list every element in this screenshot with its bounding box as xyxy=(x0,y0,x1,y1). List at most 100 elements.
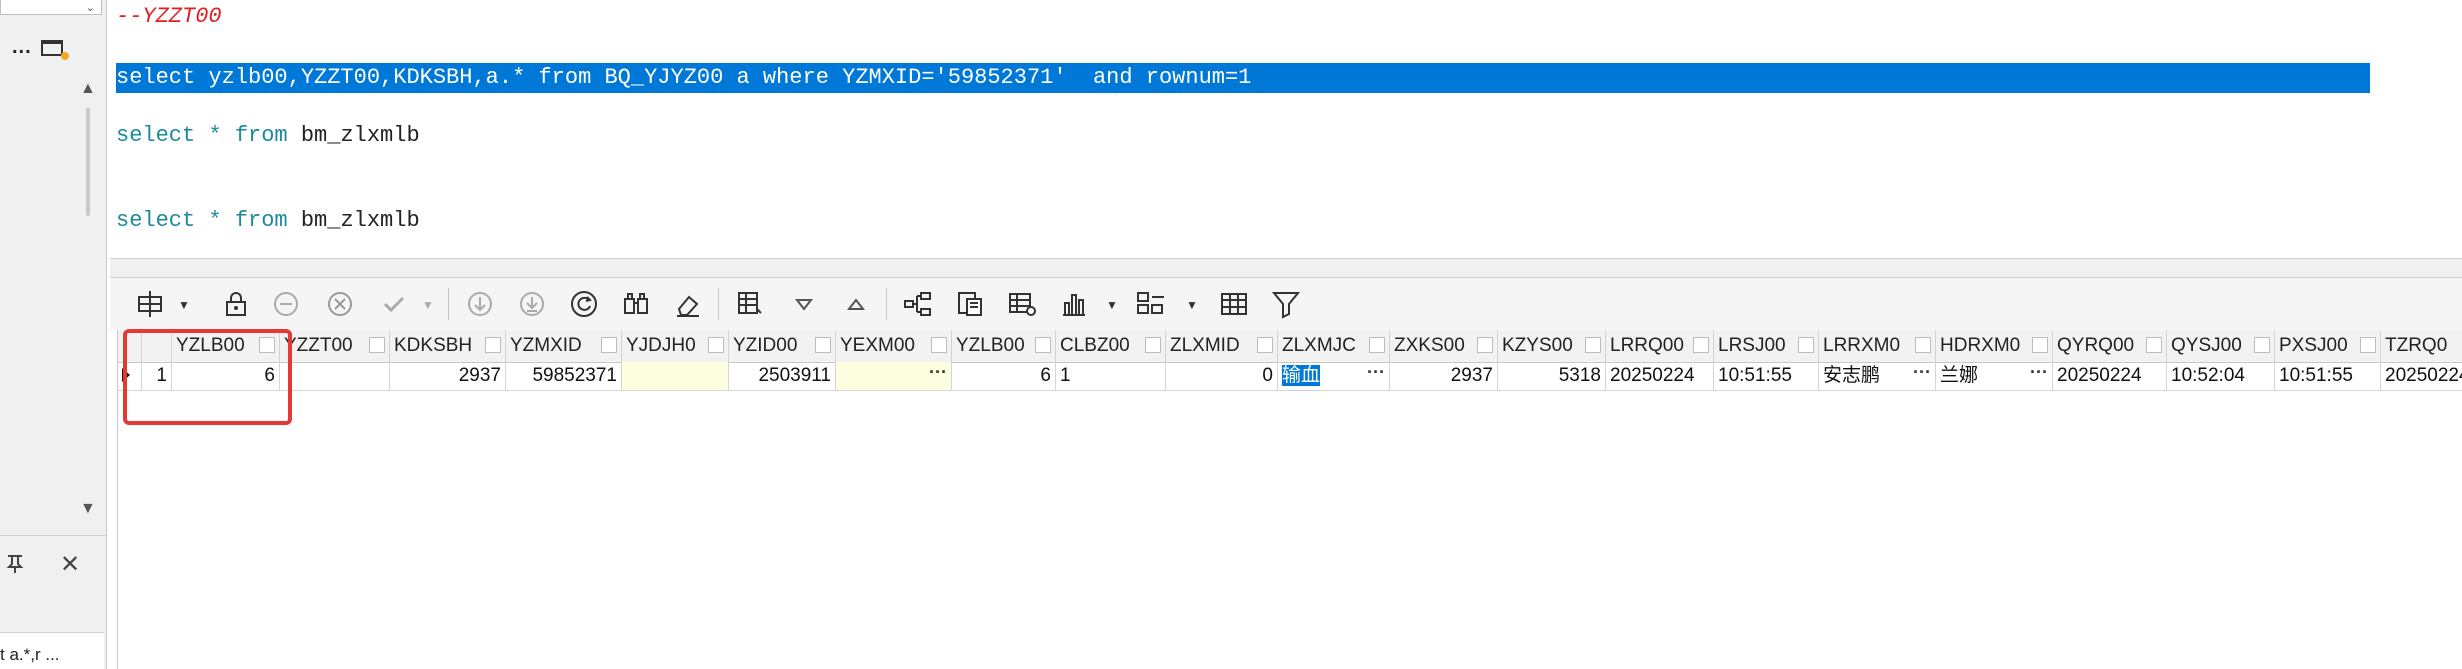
cell-zlxmjc[interactable]: 输血 ··· xyxy=(1278,362,1390,390)
column-header[interactable]: HDRXM0 xyxy=(1936,330,2053,362)
ellipsis-button[interactable]: ··· xyxy=(1913,362,1931,386)
filter-box-icon[interactable] xyxy=(2032,337,2048,353)
filter-box-icon[interactable] xyxy=(1145,337,1161,353)
filter-box-icon[interactable] xyxy=(2254,337,2270,353)
cell-lrrxm0[interactable]: 安志鹏 ··· xyxy=(1819,362,1936,390)
cell-pxsj00[interactable]: 10:51:55 xyxy=(2275,362,2381,390)
column-header[interactable]: TZRQ0 xyxy=(2381,330,2462,362)
download-icon[interactable] xyxy=(514,286,550,322)
chevron-down-icon[interactable]: ⌄ xyxy=(86,1,95,14)
filter-box-icon[interactable] xyxy=(708,337,724,353)
table-icon[interactable] xyxy=(1216,286,1252,322)
close-icon[interactable]: ✕ xyxy=(60,550,80,579)
scroll-up-icon[interactable]: ▲ xyxy=(80,80,96,98)
scroll-thumb[interactable] xyxy=(86,108,90,216)
cell-hdrxm0[interactable]: 兰娜 ··· xyxy=(1936,362,2053,390)
column-header[interactable]: LRRXM0 xyxy=(1819,330,1936,362)
chevron-down-icon[interactable]: ▼ xyxy=(178,298,190,312)
column-header[interactable]: LRSJ00 xyxy=(1714,330,1819,362)
sort-asc-icon[interactable] xyxy=(838,286,874,322)
tree-icon[interactable] xyxy=(900,286,936,322)
column-header[interactable]: YZLB00 xyxy=(952,330,1056,362)
filter-box-icon[interactable] xyxy=(1798,337,1814,353)
cell-zxks00[interactable]: 2937 xyxy=(1390,362,1498,390)
filter-icon[interactable] xyxy=(1268,286,1304,322)
filter-box-icon[interactable] xyxy=(1915,337,1931,353)
code-selected-line[interactable]: select yzlb00,YZZT00,KDKSBH,a.* from BQ_… xyxy=(116,63,1251,93)
filter-box-icon[interactable] xyxy=(815,337,831,353)
filter-box-icon[interactable] xyxy=(1257,337,1273,353)
results-grid[interactable]: YZLB00 YZZT00 KDKSBH YZMXID YJDJH0 YZID0… xyxy=(117,330,2462,669)
arrow-down-circle-icon[interactable] xyxy=(462,286,498,322)
table-export-icon[interactable] xyxy=(732,286,768,322)
cell-yjdjh0[interactable] xyxy=(622,362,729,390)
save-icon[interactable] xyxy=(952,286,988,322)
cell-qyrq00[interactable]: 20250224 xyxy=(2053,362,2167,390)
chevron-down-icon[interactable]: ▼ xyxy=(422,298,434,312)
table-settings-icon[interactable] xyxy=(1004,286,1040,322)
code-comment-line[interactable]: --YZZT00 xyxy=(116,2,222,32)
ellipsis-button[interactable]: ··· xyxy=(2030,362,2048,386)
cell-yexm00[interactable]: ··· xyxy=(836,362,952,390)
filter-box-icon[interactable] xyxy=(601,337,617,353)
object-selector[interactable]: ⌄ xyxy=(0,0,102,15)
column-header[interactable]: QYSJ00 xyxy=(2167,330,2275,362)
column-header[interactable]: YZID00 xyxy=(729,330,836,362)
column-header[interactable]: YZMXID xyxy=(506,330,622,362)
chevron-down-icon[interactable]: ▼ xyxy=(1106,298,1118,312)
cell-yzlb00-2[interactable]: 6 xyxy=(952,362,1056,390)
table-row[interactable]: 1 6 2937 59852371 2503911 ··· 6 1 0 输血 ··… xyxy=(118,362,2462,391)
column-header[interactable]: ZLXMJC xyxy=(1278,330,1390,362)
filter-box-icon[interactable] xyxy=(1035,337,1051,353)
eraser-icon[interactable] xyxy=(670,286,706,322)
ellipsis-button[interactable]: ··· xyxy=(929,362,947,386)
column-header[interactable]: YZZT00 xyxy=(280,330,390,362)
cell-zlxmid[interactable]: 0 xyxy=(1166,362,1278,390)
column-header[interactable]: KDKSBH xyxy=(390,330,506,362)
pin-icon[interactable] xyxy=(4,552,26,580)
add-icon[interactable] xyxy=(268,286,304,322)
new-window-icon[interactable] xyxy=(40,38,70,60)
cancel-icon[interactable] xyxy=(322,286,358,322)
splitter[interactable] xyxy=(110,258,2462,278)
filter-box-icon[interactable] xyxy=(931,337,947,353)
column-header[interactable]: YEXM00 xyxy=(836,330,952,362)
column-header[interactable]: QYRQ00 xyxy=(2053,330,2167,362)
column-header[interactable]: KZYS00 xyxy=(1498,330,1606,362)
cell-clbz00[interactable]: 1 xyxy=(1056,362,1166,390)
more-button[interactable]: ... xyxy=(12,36,32,59)
bar-chart-icon[interactable] xyxy=(1056,286,1092,322)
left-scrollbar[interactable]: ▲ ▼ xyxy=(78,80,98,520)
sql-editor[interactable]: --YZZT00 select yzlb00,YZZT00,KDKSBH,a.*… xyxy=(110,0,2462,258)
column-header[interactable]: YJDJH0 xyxy=(622,330,729,362)
ellipsis-button[interactable]: ··· xyxy=(1367,362,1385,386)
cell-yzmxid[interactable]: 59852371 xyxy=(506,362,622,390)
lock-icon[interactable] xyxy=(218,286,254,322)
selected-text[interactable]: 输血 xyxy=(1282,365,1321,386)
cell-yzzt00[interactable] xyxy=(280,362,390,390)
filter-box-icon[interactable] xyxy=(485,337,501,353)
filter-box-icon[interactable] xyxy=(1369,337,1385,353)
column-header[interactable]: PXSJ00 xyxy=(2275,330,2381,362)
binoculars-icon[interactable] xyxy=(618,286,654,322)
sort-desc-icon[interactable] xyxy=(786,286,822,322)
filter-box-icon[interactable] xyxy=(369,337,385,353)
filter-box-icon[interactable] xyxy=(2146,337,2162,353)
history-item[interactable]: t a.*,r ... xyxy=(0,632,104,669)
chevron-down-icon[interactable]: ▼ xyxy=(1186,298,1198,312)
code-line-4[interactable]: select * from bm_zlxmlb xyxy=(116,206,420,236)
scroll-down-icon[interactable]: ▼ xyxy=(80,500,96,518)
cell-kzys00[interactable]: 5318 xyxy=(1498,362,1606,390)
grid-layout-icon[interactable] xyxy=(132,286,168,322)
column-header[interactable]: ZLXMID xyxy=(1166,330,1278,362)
cell-lrrq00[interactable]: 20250224 xyxy=(1606,362,1714,390)
code-line-3[interactable]: select * from bm_zlxmlb xyxy=(116,121,420,151)
column-header[interactable]: LRRQ00 xyxy=(1606,330,1714,362)
cell-kdksbh[interactable]: 2937 xyxy=(390,362,506,390)
filter-box-icon[interactable] xyxy=(2360,337,2376,353)
filter-box-icon[interactable] xyxy=(1477,337,1493,353)
filter-box-icon[interactable] xyxy=(1693,337,1709,353)
filter-box-icon[interactable] xyxy=(1585,337,1601,353)
pivot-icon[interactable] xyxy=(1134,286,1170,322)
cell-tzrq00[interactable]: 20250224 xyxy=(2381,362,2462,390)
